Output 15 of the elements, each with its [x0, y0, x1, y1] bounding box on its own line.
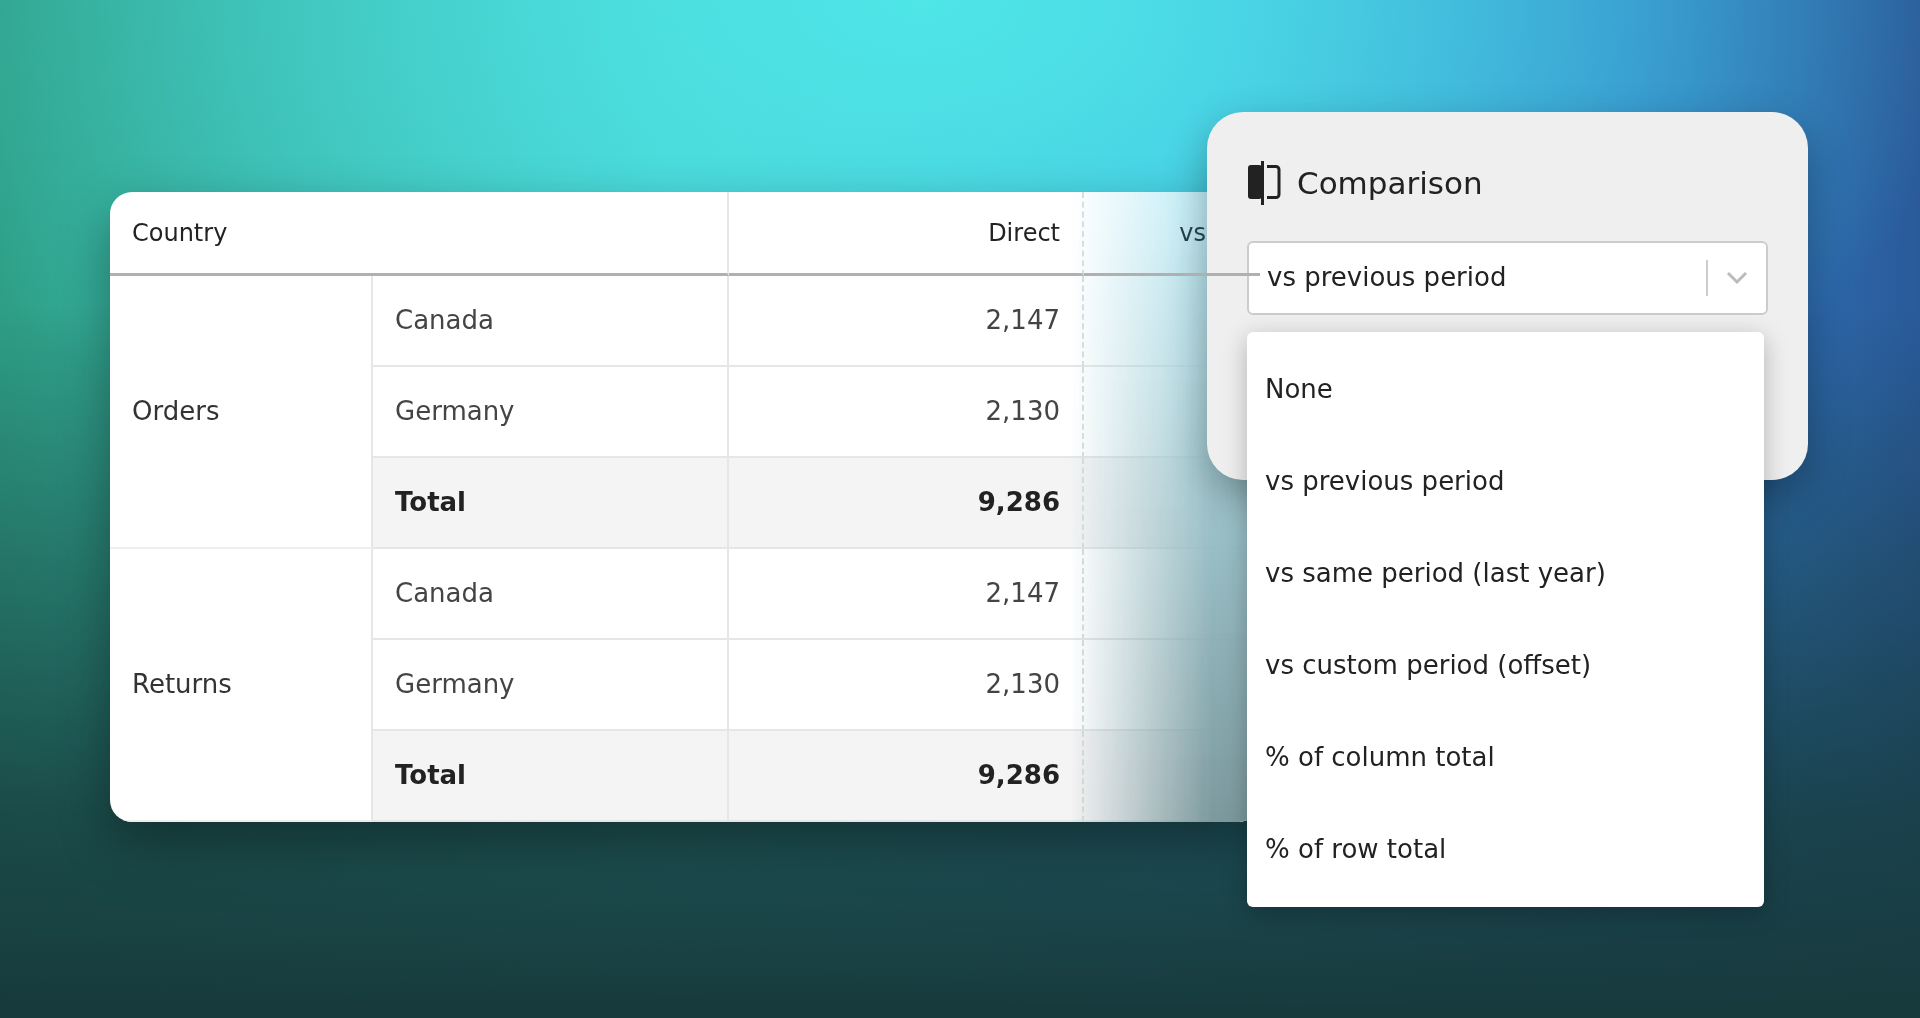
table-cell: Canada: [373, 276, 729, 367]
panel-title: Comparison: [1297, 164, 1483, 203]
split-view-icon: [1247, 161, 1281, 206]
dropdown-option[interactable]: None: [1247, 343, 1764, 435]
table-cell: Canada: [373, 549, 729, 640]
column-header: Country: [110, 192, 729, 276]
dropdown-option[interactable]: vs same period (last year): [1247, 527, 1764, 619]
dropdown-option[interactable]: % of row total: [1247, 803, 1764, 895]
dropdown-option[interactable]: % of column total: [1247, 711, 1764, 803]
table-cell: Total: [373, 731, 729, 822]
chevron-down-icon: [1726, 270, 1748, 285]
comparison-select[interactable]: vs previous period: [1247, 240, 1768, 315]
dropdown-option[interactable]: vs previous period: [1247, 435, 1764, 527]
dropdown-option[interactable]: vs custom period (offset): [1247, 619, 1764, 711]
table-cell: Total: [373, 458, 729, 549]
